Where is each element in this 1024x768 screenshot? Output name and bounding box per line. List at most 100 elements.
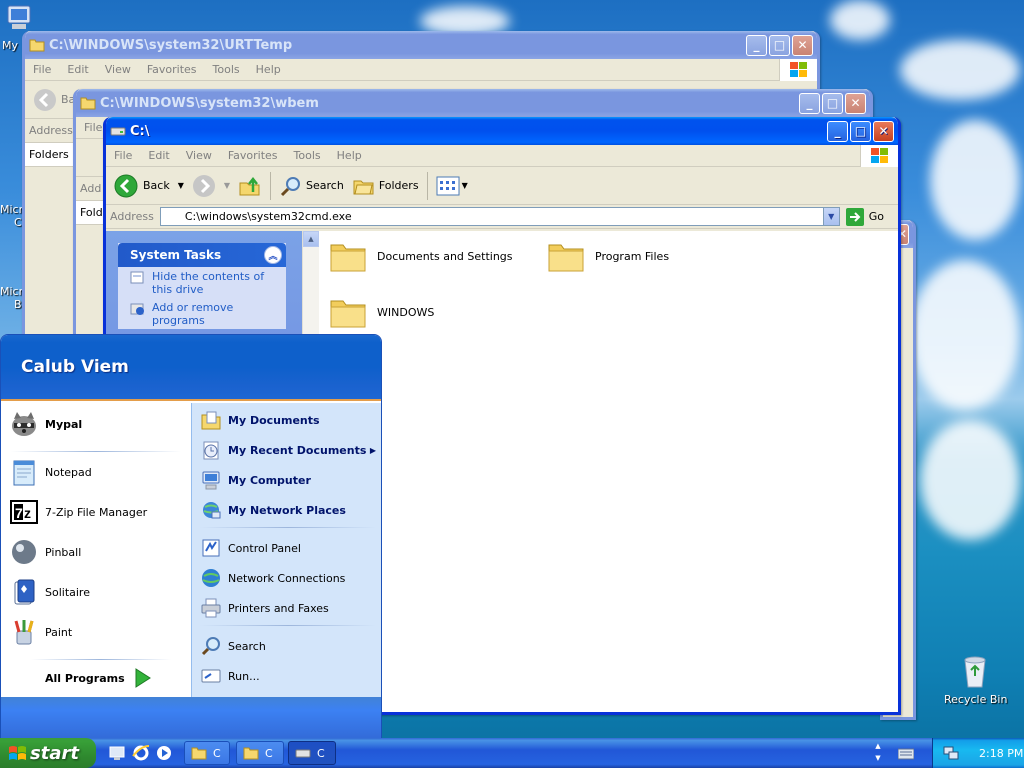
- start-item-notepad[interactable]: Notepad: [9, 457, 92, 487]
- start-item-mypal[interactable]: Mypal: [9, 409, 82, 439]
- menu-favorites[interactable]: Favorites: [220, 149, 286, 162]
- keyboard-icon[interactable]: [898, 748, 914, 760]
- taskbar-button-c-drive[interactable]: C: [288, 741, 336, 765]
- start-item-pinball[interactable]: Pinball: [9, 537, 81, 567]
- views-button[interactable]: ▼: [432, 171, 472, 201]
- maximize-button[interactable]: □: [769, 34, 790, 56]
- all-programs-button[interactable]: All Programs: [45, 667, 153, 689]
- start-item-search[interactable]: Search: [200, 635, 266, 657]
- back-button[interactable]: Ba: [29, 85, 79, 115]
- titlebar[interactable]: C:\WINDOWS\system32\URTTemp _ □ ✕: [25, 31, 817, 59]
- start-menu-divider: [31, 659, 171, 660]
- back-button[interactable]: Back ▼: [110, 171, 188, 201]
- start-item-my-computer[interactable]: My Computer: [200, 469, 311, 491]
- show-desktop-icon[interactable]: [108, 744, 126, 762]
- menu-tools[interactable]: Tools: [286, 149, 329, 162]
- address-input[interactable]: C:\windows\system32cmd.exe ▼: [159, 207, 840, 226]
- go-button[interactable]: Go: [845, 207, 892, 226]
- titlebar[interactable]: C:\WINDOWS\system32\wbem _ □ ✕: [76, 89, 870, 117]
- scroll-down-icon[interactable]: ▼: [872, 752, 884, 764]
- task-hide-drive-contents[interactable]: Hide the contents of this drive: [118, 267, 286, 298]
- recycle-bin-desktop-icon[interactable]: Recycle Bin: [944, 654, 1007, 706]
- menu-edit[interactable]: Edit: [140, 149, 177, 162]
- scroll-up-button[interactable]: ▲: [303, 231, 319, 247]
- menu-view[interactable]: View: [97, 63, 139, 76]
- search-button[interactable]: Search: [275, 171, 348, 201]
- close-button[interactable]: ✕: [845, 92, 866, 114]
- taskbar-button-urttemp[interactable]: C: [184, 741, 230, 765]
- network-tray-icon[interactable]: [943, 745, 959, 761]
- start-menu: Calub Viem Mypal Notepad 7z 7-Zip File M…: [0, 334, 382, 740]
- user-name: Calub Viem: [21, 357, 129, 377]
- menu-help[interactable]: Help: [248, 63, 289, 76]
- internet-explorer-icon[interactable]: [132, 744, 150, 762]
- solitaire-icon: [14, 579, 35, 605]
- minimize-button[interactable]: _: [827, 120, 848, 142]
- maximize-button[interactable]: □: [822, 92, 843, 114]
- maximize-button[interactable]: □: [850, 120, 871, 142]
- taskbar-button-wbem[interactable]: C: [236, 741, 284, 765]
- task-label: Hide the contents of this drive: [152, 270, 265, 296]
- toolbar-separator: [270, 171, 272, 200]
- menu-edit[interactable]: Edit: [59, 63, 96, 76]
- forward-button[interactable]: ▼: [188, 171, 234, 201]
- folder-label: Program Files: [595, 249, 670, 263]
- menu-tools[interactable]: Tools: [205, 63, 248, 76]
- search-label: Search: [306, 179, 344, 192]
- menu-help[interactable]: Help: [329, 149, 370, 162]
- taskbar-scroll-buttons[interactable]: ▲ ▼: [872, 740, 884, 766]
- start-item-label: Pinball: [45, 545, 82, 559]
- start-item-printers-and-faxes[interactable]: Printers and Faxes: [200, 597, 329, 619]
- address-bar: Address C:\windows\system32cmd.exe ▼ Go: [106, 205, 898, 229]
- system-tasks-header[interactable]: System Tasks ︽: [118, 243, 286, 267]
- file-list: Documents and Settings Program Files WIN…: [319, 231, 898, 712]
- folders-button[interactable]: Folders: [348, 171, 423, 201]
- start-item-paint[interactable]: Paint: [9, 617, 72, 647]
- collapse-chevron-icon[interactable]: ︽: [264, 246, 282, 264]
- task-add-remove-programs[interactable]: Add or remove programs: [118, 298, 286, 329]
- start-button[interactable]: start: [0, 738, 96, 768]
- minimize-button[interactable]: _: [746, 34, 767, 56]
- start-item-my-documents[interactable]: My Documents: [200, 409, 320, 431]
- system-tasks-panel: System Tasks ︽ Hide the contents of this…: [118, 243, 286, 329]
- folder-windows[interactable]: WINDOWS: [329, 295, 434, 329]
- titlebar[interactable]: C:\ _ □ ✕: [106, 117, 898, 145]
- start-item-my-network-places[interactable]: My Network Places: [200, 499, 346, 521]
- start-item-label: Control Panel: [228, 541, 301, 555]
- minimize-button[interactable]: _: [799, 92, 820, 114]
- start-item-label: My Documents: [228, 413, 320, 427]
- start-item-my-recent-documents[interactable]: My Recent Documents ▶: [200, 439, 376, 461]
- start-menu-divider: [200, 625, 376, 626]
- start-item-label: Network Connections: [228, 571, 346, 585]
- start-item-network-connections[interactable]: Network Connections: [200, 567, 345, 589]
- start-item-7zip[interactable]: 7z 7-Zip File Manager: [9, 497, 147, 527]
- menu-file[interactable]: File: [106, 149, 140, 162]
- network-connections-icon: [202, 569, 220, 587]
- up-folder-button[interactable]: [234, 171, 266, 201]
- menu-file[interactable]: File: [25, 63, 59, 76]
- folder-program-files[interactable]: Program Files: [547, 239, 669, 273]
- chevron-down-icon[interactable]: ▼: [178, 181, 184, 190]
- svg-text:7: 7: [15, 505, 23, 521]
- folder-documents-and-settings[interactable]: Documents and Settings: [329, 239, 513, 273]
- media-player-icon[interactable]: [155, 744, 173, 762]
- clock[interactable]: 2:18 PM: [979, 747, 1023, 760]
- search-icon: [280, 176, 301, 196]
- start-label: start: [30, 742, 79, 764]
- drive-icon: [165, 213, 181, 221]
- chevron-down-icon[interactable]: ▼: [224, 181, 230, 190]
- start-item-control-panel[interactable]: Control Panel: [200, 537, 301, 559]
- folders-icon: [353, 180, 374, 194]
- folders-label: Fold: [80, 206, 103, 219]
- start-item-run[interactable]: Run...: [200, 665, 260, 687]
- menu-view[interactable]: View: [178, 149, 220, 162]
- close-button[interactable]: ✕: [792, 34, 813, 56]
- notepad-icon: [13, 460, 35, 486]
- menu-favorites[interactable]: Favorites: [139, 63, 205, 76]
- scroll-up-icon[interactable]: ▲: [872, 740, 884, 752]
- chevron-down-icon[interactable]: ▼: [462, 181, 468, 190]
- start-menu-header: Calub Viem: [1, 335, 381, 401]
- address-dropdown-button[interactable]: ▼: [822, 208, 839, 225]
- close-button[interactable]: ✕: [873, 120, 894, 142]
- start-item-solitaire[interactable]: Solitaire: [9, 577, 90, 607]
